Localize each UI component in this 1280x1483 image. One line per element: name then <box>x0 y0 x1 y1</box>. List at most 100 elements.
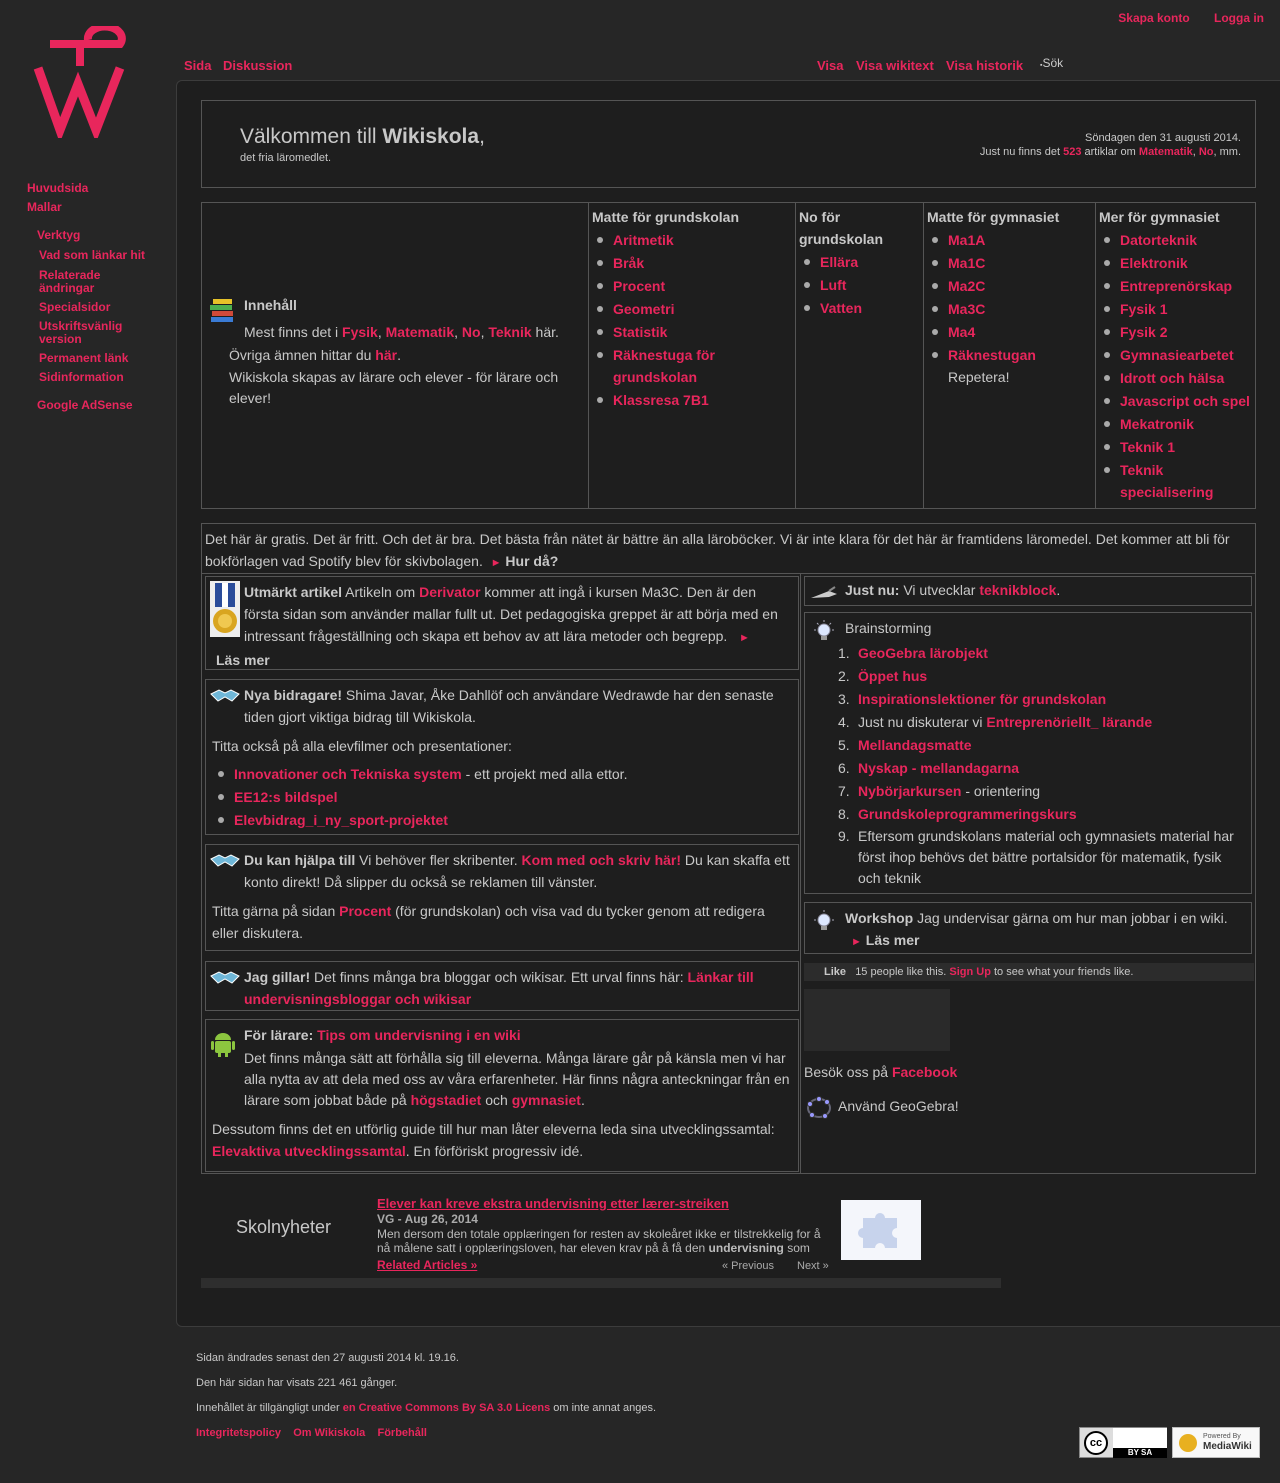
innovation-link[interactable]: Innovationer och Tekniska system <box>234 766 462 782</box>
facebook-link[interactable]: Facebook <box>892 1064 957 1080</box>
open-house-link[interactable]: Öppet hus <box>858 668 927 684</box>
news-headline[interactable]: Elever kan kreve ekstra undervisning ett… <box>377 1196 729 1211</box>
sidebar-item-permalink[interactable]: Permanent länk <box>39 352 172 365</box>
sport-project-link[interactable]: Elevbidrag_i_ny_sport-projektet <box>234 812 448 828</box>
geogebra-text[interactable]: Använd GeoGebra! <box>838 1098 959 1114</box>
link-datorteknik[interactable]: Datorteknik <box>1120 232 1197 248</box>
about-link[interactable]: Om Wikiskola <box>293 1427 365 1439</box>
news-label: Skolnyheter <box>236 1217 332 1237</box>
just-now-card: Just nu: Vi utvecklar teknikblock. <box>804 576 1252 606</box>
join-link[interactable]: Kom med och skriv här! <box>522 852 682 868</box>
related-articles-link[interactable]: Related Articles » <box>377 1258 477 1272</box>
geogebra-objects-link[interactable]: GeoGebra lärobjekt <box>858 645 988 661</box>
link-klassresa[interactable]: Klassresa 7B1 <box>613 392 709 408</box>
derivator-link[interactable]: Derivator <box>419 584 480 600</box>
likes-card: Jag gillar! Det finns många bra bloggar … <box>205 961 799 1011</box>
link-ma4[interactable]: Ma4 <box>948 324 975 340</box>
link-ellara[interactable]: Ellära <box>820 254 858 270</box>
news-prev[interactable]: « Previous <box>722 1260 774 1272</box>
like-button[interactable]: Like <box>824 966 846 978</box>
sidebar-item-whatlinkshere[interactable]: Vad som länkar hit <box>39 249 172 262</box>
create-account-link[interactable]: Skapa konto <box>1118 11 1189 25</box>
cc-by-sa-badge[interactable]: cc BY SA <box>1079 1427 1167 1458</box>
link-ma2c[interactable]: Ma2C <box>948 278 985 294</box>
science-link[interactable]: No <box>462 324 481 340</box>
entrepreneurial-link[interactable]: Entreprenöriellt_ lärande <box>986 714 1152 730</box>
other-subjects-link[interactable]: här <box>375 347 397 363</box>
sidebar-tools-title[interactable]: Verktyg <box>37 229 172 242</box>
link-luft[interactable]: Luft <box>820 277 846 293</box>
beginner-course-link[interactable]: Nybörjarkursen <box>858 783 961 799</box>
tab-view[interactable]: Visa <box>817 58 844 73</box>
math-subject-link[interactable]: Matematik <box>386 324 454 340</box>
link-javascript[interactable]: Javascript och spel <box>1120 393 1250 409</box>
nyskap-link[interactable]: Nyskap - mellandagarna <box>858 760 1019 776</box>
physics-link[interactable]: Fysik <box>342 324 378 340</box>
sidebar-item-printable[interactable]: Utskriftsvänlig version <box>39 320 134 346</box>
sidebar-adsense[interactable]: Google AdSense <box>37 399 172 412</box>
link-teknik1[interactable]: Teknik 1 <box>1120 439 1175 455</box>
mellandagsmatte-link[interactable]: Mellandagsmatte <box>858 737 972 753</box>
privacy-link[interactable]: Integritetspolicy <box>196 1427 281 1439</box>
sidebar-item-special-pages[interactable]: Specialsidor <box>39 301 172 314</box>
sidebar-item-page-info[interactable]: Sidinformation <box>39 371 172 384</box>
link-ma3c[interactable]: Ma3C <box>948 301 985 317</box>
link-elektronik[interactable]: Elektronik <box>1120 255 1188 271</box>
teachers-card: För lärare: Tips om undervisning i en wi… <box>205 1019 799 1172</box>
sidebar-item-templates[interactable]: Mallar <box>27 201 172 214</box>
link-mekatronik[interactable]: Mekatronik <box>1120 416 1194 432</box>
tech-link[interactable]: Teknik <box>488 324 531 340</box>
link-ma1a[interactable]: Ma1A <box>948 232 985 248</box>
dev-talks-link[interactable]: Elevaktiva utvecklingssamtal <box>212 1143 406 1159</box>
no-link[interactable]: No <box>1199 146 1214 158</box>
wikiskola-logo[interactable] <box>30 26 145 138</box>
column-title: Mer för gymnasiet <box>1099 209 1220 225</box>
link-statistik[interactable]: Statistik <box>613 324 667 340</box>
search-box[interactable]: ▪Sök <box>1040 56 1063 70</box>
link-procent[interactable]: Procent <box>613 278 665 294</box>
sidebar-item-related-changes[interactable]: Relaterade ändringar <box>39 269 119 295</box>
news-next[interactable]: Next » <box>797 1260 829 1272</box>
link-raknestugan[interactable]: Räknestugan <box>948 347 1036 363</box>
link-gymnasiearbetet[interactable]: Gymnasiearbetet <box>1120 347 1234 363</box>
link-idrott[interactable]: Idrott och hälsa <box>1120 370 1224 386</box>
license-link[interactable]: en Creative Commons By SA 3.0 Licens <box>343 1402 550 1414</box>
link-fysik1[interactable]: Fysik 1 <box>1120 301 1167 317</box>
math-link[interactable]: Matematik <box>1139 146 1193 158</box>
tab-view-source[interactable]: Visa wikitext <box>856 58 934 73</box>
read-more-link[interactable]: Läs mer <box>216 652 270 668</box>
gymnasiet-link[interactable]: gymnasiet <box>512 1092 581 1108</box>
link-geometri[interactable]: Geometri <box>613 301 674 317</box>
link-vatten[interactable]: Vatten <box>820 300 862 316</box>
likes-title: Jag gillar! <box>244 969 311 985</box>
link-ma1c[interactable]: Ma1C <box>948 255 985 271</box>
tab-page[interactable]: Sida <box>184 58 211 73</box>
article-count-link[interactable]: 523 <box>1063 146 1081 158</box>
teknikblock-link[interactable]: teknikblock <box>979 582 1056 598</box>
new-contributors-card: Nya bidragare! Shima Javar, Åke Dahllöf … <box>205 679 799 835</box>
hogstadiet-link[interactable]: högstadiet <box>411 1092 482 1108</box>
link-fysik2[interactable]: Fysik 2 <box>1120 324 1167 340</box>
how-link[interactable]: Hur då? <box>505 553 558 569</box>
ee12-link[interactable]: EE12:s bildspel <box>234 789 337 805</box>
disclaimer-link[interactable]: Förbehåll <box>377 1427 427 1439</box>
tab-discussion[interactable]: Diskussion <box>223 58 292 73</box>
mediawiki-badge[interactable]: Powered By MediaWiki <box>1172 1427 1260 1458</box>
login-link[interactable]: Logga in <box>1214 11 1264 25</box>
inspiration-link[interactable]: Inspirationslektioner för grundskolan <box>858 691 1106 707</box>
tips-link[interactable]: Tips om undervisning i en wiki <box>317 1027 521 1043</box>
fb-signup-link[interactable]: Sign Up <box>949 966 991 978</box>
just-now-title: Just nu: <box>845 582 900 598</box>
tab-history[interactable]: Visa historik <box>946 58 1023 73</box>
programming-course-link[interactable]: Grundskoleprogrammeringskurs <box>858 806 1077 822</box>
link-raknestuga[interactable]: Räknestuga för grundskolan <box>613 347 715 385</box>
link-brak[interactable]: Bråk <box>613 255 644 271</box>
link-teknik-spec[interactable]: Teknik specialisering <box>1120 462 1213 500</box>
link-entreprenorskap[interactable]: Entreprenörskap <box>1120 278 1232 294</box>
link-aritmetik[interactable]: Aritmetik <box>613 232 674 248</box>
geogebra-icon <box>807 1096 831 1119</box>
procent-link[interactable]: Procent <box>339 903 391 919</box>
workshop-read-more[interactable]: Läs mer <box>866 932 920 948</box>
sidebar-item-main[interactable]: Huvudsida <box>27 182 172 195</box>
welcome-subtitle: det fria läromedlet. <box>240 152 332 164</box>
